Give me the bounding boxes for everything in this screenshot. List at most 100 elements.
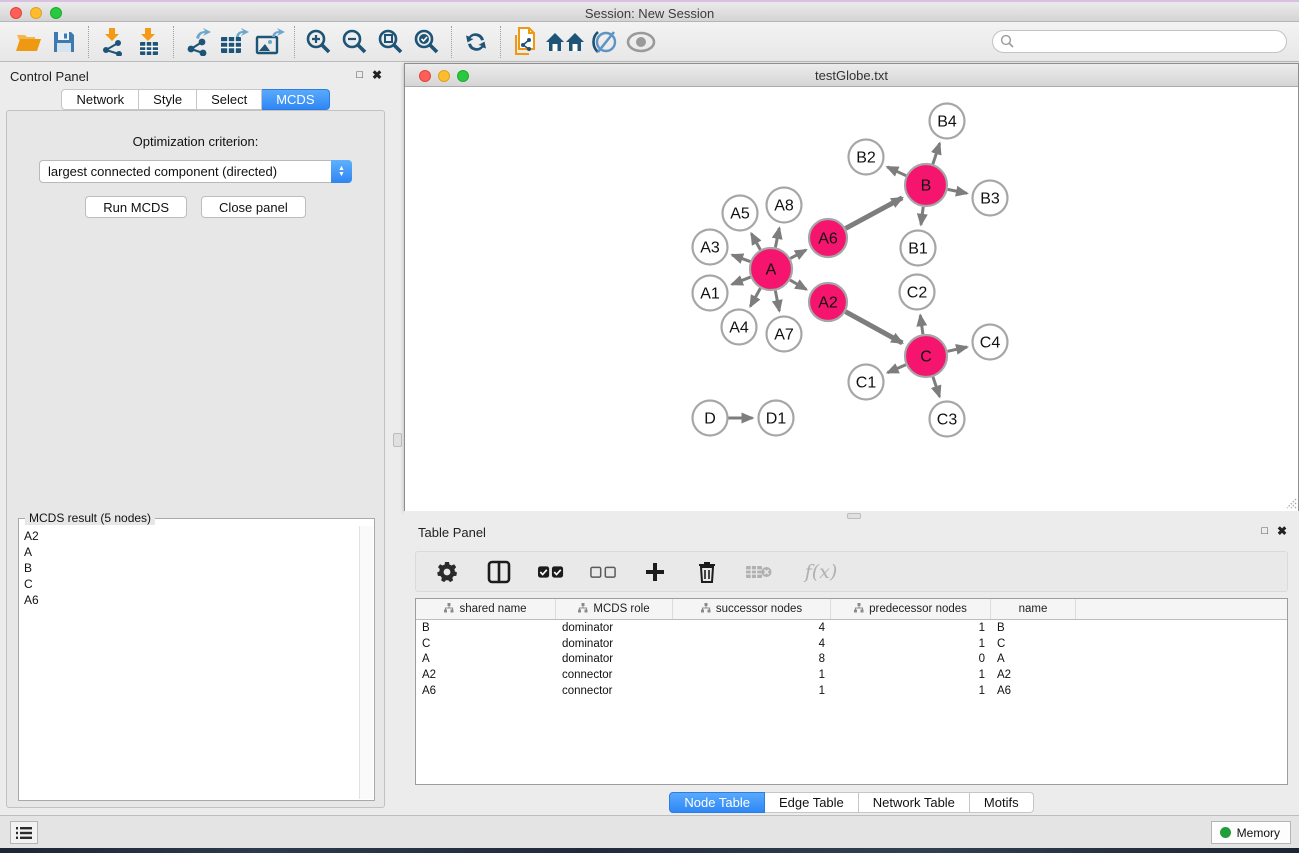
window-resize-grip[interactable] bbox=[1283, 495, 1297, 509]
criterion-select[interactable]: largest connected component (directed) ▲… bbox=[39, 160, 352, 183]
node-C3[interactable]: C3 bbox=[930, 402, 965, 437]
node-A7[interactable]: A7 bbox=[767, 317, 802, 352]
horizontal-splitter[interactable] bbox=[404, 511, 1299, 520]
vertical-splitter[interactable] bbox=[391, 63, 404, 815]
edge-A-A6[interactable] bbox=[790, 250, 806, 259]
tab-network[interactable]: Network bbox=[61, 89, 139, 110]
show-columns-icon[interactable] bbox=[486, 557, 512, 587]
edge-A2-C[interactable] bbox=[846, 312, 903, 343]
node-A5[interactable]: A5 bbox=[723, 196, 758, 231]
node-A1[interactable]: A1 bbox=[693, 276, 728, 311]
node-B[interactable]: B bbox=[905, 164, 947, 206]
table-row[interactable]: Bdominator41B bbox=[416, 620, 1287, 636]
delete-table-icon[interactable] bbox=[746, 557, 772, 587]
network-window-titlebar[interactable]: testGlobe.txt bbox=[405, 64, 1298, 87]
save-session-icon[interactable] bbox=[46, 25, 82, 59]
node-A3[interactable]: A3 bbox=[693, 230, 728, 265]
node-D1[interactable]: D1 bbox=[759, 401, 794, 436]
edge-A-A2[interactable] bbox=[790, 280, 806, 289]
column-header-MCDS-role[interactable]: MCDS role bbox=[556, 599, 673, 619]
node-B1[interactable]: B1 bbox=[901, 231, 936, 266]
edge-C-C3[interactable] bbox=[933, 377, 940, 397]
function-builder-icon[interactable]: f(x) bbox=[798, 557, 844, 587]
result-item[interactable]: A bbox=[24, 544, 359, 560]
edge-C-C2[interactable] bbox=[920, 315, 923, 334]
home-layout-icon[interactable] bbox=[543, 25, 587, 59]
search-input[interactable] bbox=[992, 30, 1287, 53]
edge-C-C4[interactable] bbox=[947, 347, 967, 351]
open-session-icon[interactable] bbox=[10, 25, 46, 59]
edge-A-A3[interactable] bbox=[732, 255, 750, 262]
table-row[interactable]: A2connector11A2 bbox=[416, 667, 1287, 683]
edge-B-B4[interactable] bbox=[933, 143, 940, 164]
close-panel-button[interactable]: Close panel bbox=[201, 196, 306, 218]
close-table-panel-icon[interactable]: ✖ bbox=[1277, 524, 1287, 538]
result-item[interactable]: A2 bbox=[24, 528, 359, 544]
node-B4[interactable]: B4 bbox=[930, 104, 965, 139]
column-header-name[interactable]: name bbox=[991, 599, 1076, 619]
edge-B-B1[interactable] bbox=[921, 207, 923, 225]
table-row[interactable]: Adominator80A bbox=[416, 651, 1287, 667]
duplicate-network-icon[interactable] bbox=[507, 25, 543, 59]
export-image-icon[interactable] bbox=[252, 25, 288, 59]
float-table-panel-icon[interactable]: □ bbox=[1261, 525, 1268, 537]
memory-button[interactable]: Memory bbox=[1211, 821, 1291, 844]
table-tab-node-table[interactable]: Node Table bbox=[669, 792, 765, 813]
edge-A-A5[interactable] bbox=[751, 234, 760, 250]
node-C[interactable]: C bbox=[905, 335, 947, 377]
node-C4[interactable]: C4 bbox=[973, 325, 1008, 360]
node-table[interactable]: shared nameMCDS rolesuccessor nodesprede… bbox=[415, 598, 1288, 785]
zoom-out-icon[interactable] bbox=[337, 25, 373, 59]
splitter-grip[interactable] bbox=[393, 433, 402, 447]
zoom-fit-icon[interactable] bbox=[373, 25, 409, 59]
tab-mcds[interactable]: MCDS bbox=[262, 89, 329, 110]
delete-columns-trash-icon[interactable] bbox=[694, 557, 720, 587]
edge-A6-B[interactable] bbox=[846, 198, 903, 229]
run-mcds-button[interactable]: Run MCDS bbox=[85, 196, 187, 218]
close-panel-icon[interactable]: ✖ bbox=[372, 68, 382, 82]
table-options-gear-icon[interactable] bbox=[434, 557, 460, 587]
show-eye-icon[interactable] bbox=[623, 25, 659, 59]
edge-A-A7[interactable] bbox=[775, 291, 779, 311]
edge-A-A4[interactable] bbox=[750, 288, 760, 306]
edge-A-A1[interactable] bbox=[732, 277, 751, 284]
unselect-all-columns-icon[interactable] bbox=[590, 557, 616, 587]
tab-style[interactable]: Style bbox=[139, 89, 197, 110]
column-header-shared-name[interactable]: shared name bbox=[416, 599, 556, 619]
table-row[interactable]: Cdominator41C bbox=[416, 636, 1287, 652]
import-network-icon[interactable] bbox=[95, 25, 131, 59]
task-history-button[interactable] bbox=[10, 821, 38, 844]
result-scrollbar[interactable] bbox=[359, 526, 373, 799]
node-A4[interactable]: A4 bbox=[722, 310, 757, 345]
float-panel-icon[interactable]: □ bbox=[356, 69, 363, 81]
node-C1[interactable]: C1 bbox=[849, 365, 884, 400]
node-B3[interactable]: B3 bbox=[973, 181, 1008, 216]
edge-B-B3[interactable] bbox=[948, 189, 967, 193]
tab-select[interactable]: Select bbox=[197, 89, 262, 110]
column-header-successor-nodes[interactable]: successor nodes bbox=[673, 599, 831, 619]
node-A2[interactable]: A2 bbox=[809, 283, 847, 321]
node-A8[interactable]: A8 bbox=[767, 188, 802, 223]
hide-details-icon[interactable] bbox=[587, 25, 623, 59]
zoom-selected-icon[interactable] bbox=[409, 25, 445, 59]
table-tab-edge-table[interactable]: Edge Table bbox=[765, 792, 859, 813]
export-table-icon[interactable] bbox=[216, 25, 252, 59]
splitter-grip[interactable] bbox=[847, 513, 861, 519]
mcds-result-list[interactable]: A2ABCA6 bbox=[20, 526, 359, 799]
table-tab-network-table[interactable]: Network Table bbox=[859, 792, 970, 813]
select-all-columns-icon[interactable] bbox=[538, 557, 564, 587]
table-row[interactable]: A6connector11A6 bbox=[416, 683, 1287, 699]
add-column-icon[interactable] bbox=[642, 557, 668, 587]
node-A6[interactable]: A6 bbox=[809, 219, 847, 257]
edge-A-A8[interactable] bbox=[775, 228, 779, 247]
node-C2[interactable]: C2 bbox=[900, 275, 935, 310]
zoom-in-icon[interactable] bbox=[301, 25, 337, 59]
network-canvas[interactable]: ABCA6A2A5A8A3A1A4A7B1B2B3B4C1C2C3C4DD1 bbox=[405, 88, 1298, 511]
refresh-layout-icon[interactable] bbox=[458, 25, 494, 59]
import-table-icon[interactable] bbox=[131, 25, 167, 59]
edge-C-C1[interactable] bbox=[888, 365, 906, 373]
node-B2[interactable]: B2 bbox=[849, 140, 884, 175]
result-item[interactable]: C bbox=[24, 576, 359, 592]
edge-B-B2[interactable] bbox=[887, 167, 906, 176]
result-item[interactable]: A6 bbox=[24, 592, 359, 608]
